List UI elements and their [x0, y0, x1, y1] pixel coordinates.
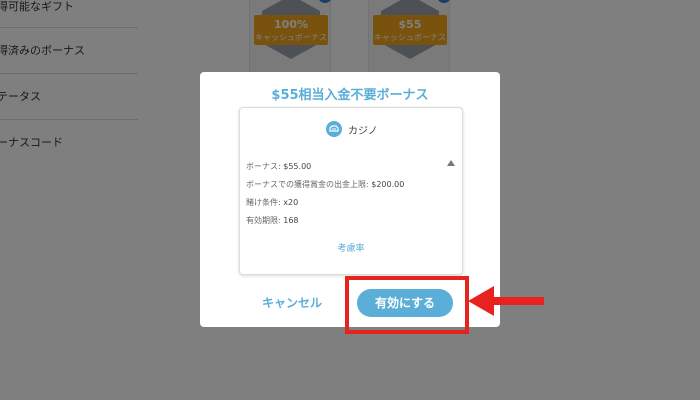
- casino-icon: [326, 121, 342, 137]
- detail-label: ボーナスでの獲得賞金の出金上限:: [246, 180, 369, 189]
- bonus-details-card: カジノ ボーナス: $55.00 ボーナスでの獲得賞金の出金上限: $200.0…: [239, 107, 463, 275]
- detail-row: ボーナス: $55.00: [246, 161, 311, 172]
- collapse-caret-icon[interactable]: [447, 160, 455, 166]
- detail-value: x20: [283, 198, 299, 207]
- cancel-button[interactable]: キャンセル: [262, 294, 322, 311]
- detail-label: 賭け条件:: [246, 198, 281, 207]
- detail-row: ボーナスでの獲得賞金の出金上限: $200.00: [246, 179, 404, 190]
- detail-value: $200.00: [371, 180, 405, 189]
- detail-row: 賭け条件: x20: [246, 197, 298, 208]
- category-label: カジノ: [348, 126, 378, 137]
- activate-button[interactable]: 有効にする: [357, 289, 453, 317]
- terms-link[interactable]: 考慮率: [240, 241, 462, 254]
- detail-value: $55.00: [283, 162, 312, 171]
- detail-value: 168: [283, 216, 299, 225]
- detail-label: 有効期限:: [246, 216, 281, 225]
- modal-title: $55相当入金不要ボーナス: [271, 88, 429, 103]
- arrow-head-icon: [468, 286, 494, 316]
- arrow-shaft: [492, 297, 544, 305]
- detail-label: ボーナス:: [246, 162, 281, 171]
- bonus-modal: $55相当入金不要ボーナス カジノ ボーナス: $55.00 ボーナスでの獲得賞…: [200, 72, 500, 327]
- detail-row: 有効期限: 168: [246, 215, 299, 226]
